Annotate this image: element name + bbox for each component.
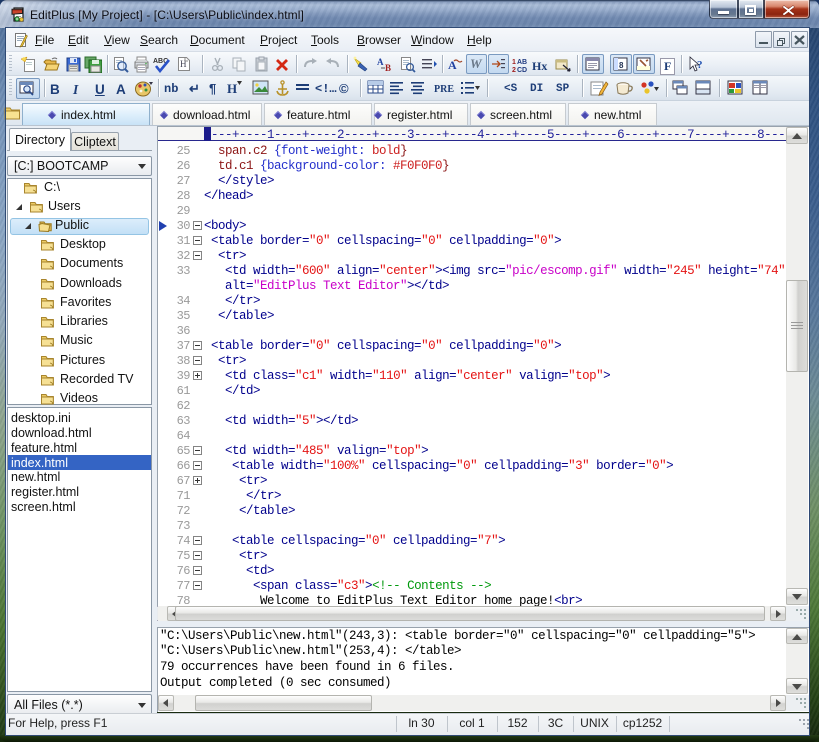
svg-text:AB: AB — [517, 59, 527, 66]
svg-text:?: ? — [697, 59, 703, 71]
svg-text:1: 1 — [512, 59, 516, 66]
svg-text:8: 8 — [619, 61, 624, 70]
svg-text:A: A — [377, 57, 384, 67]
svg-text:CD: CD — [517, 67, 527, 73]
svg-text:2: 2 — [512, 67, 516, 73]
svg-text:B: B — [385, 63, 391, 73]
